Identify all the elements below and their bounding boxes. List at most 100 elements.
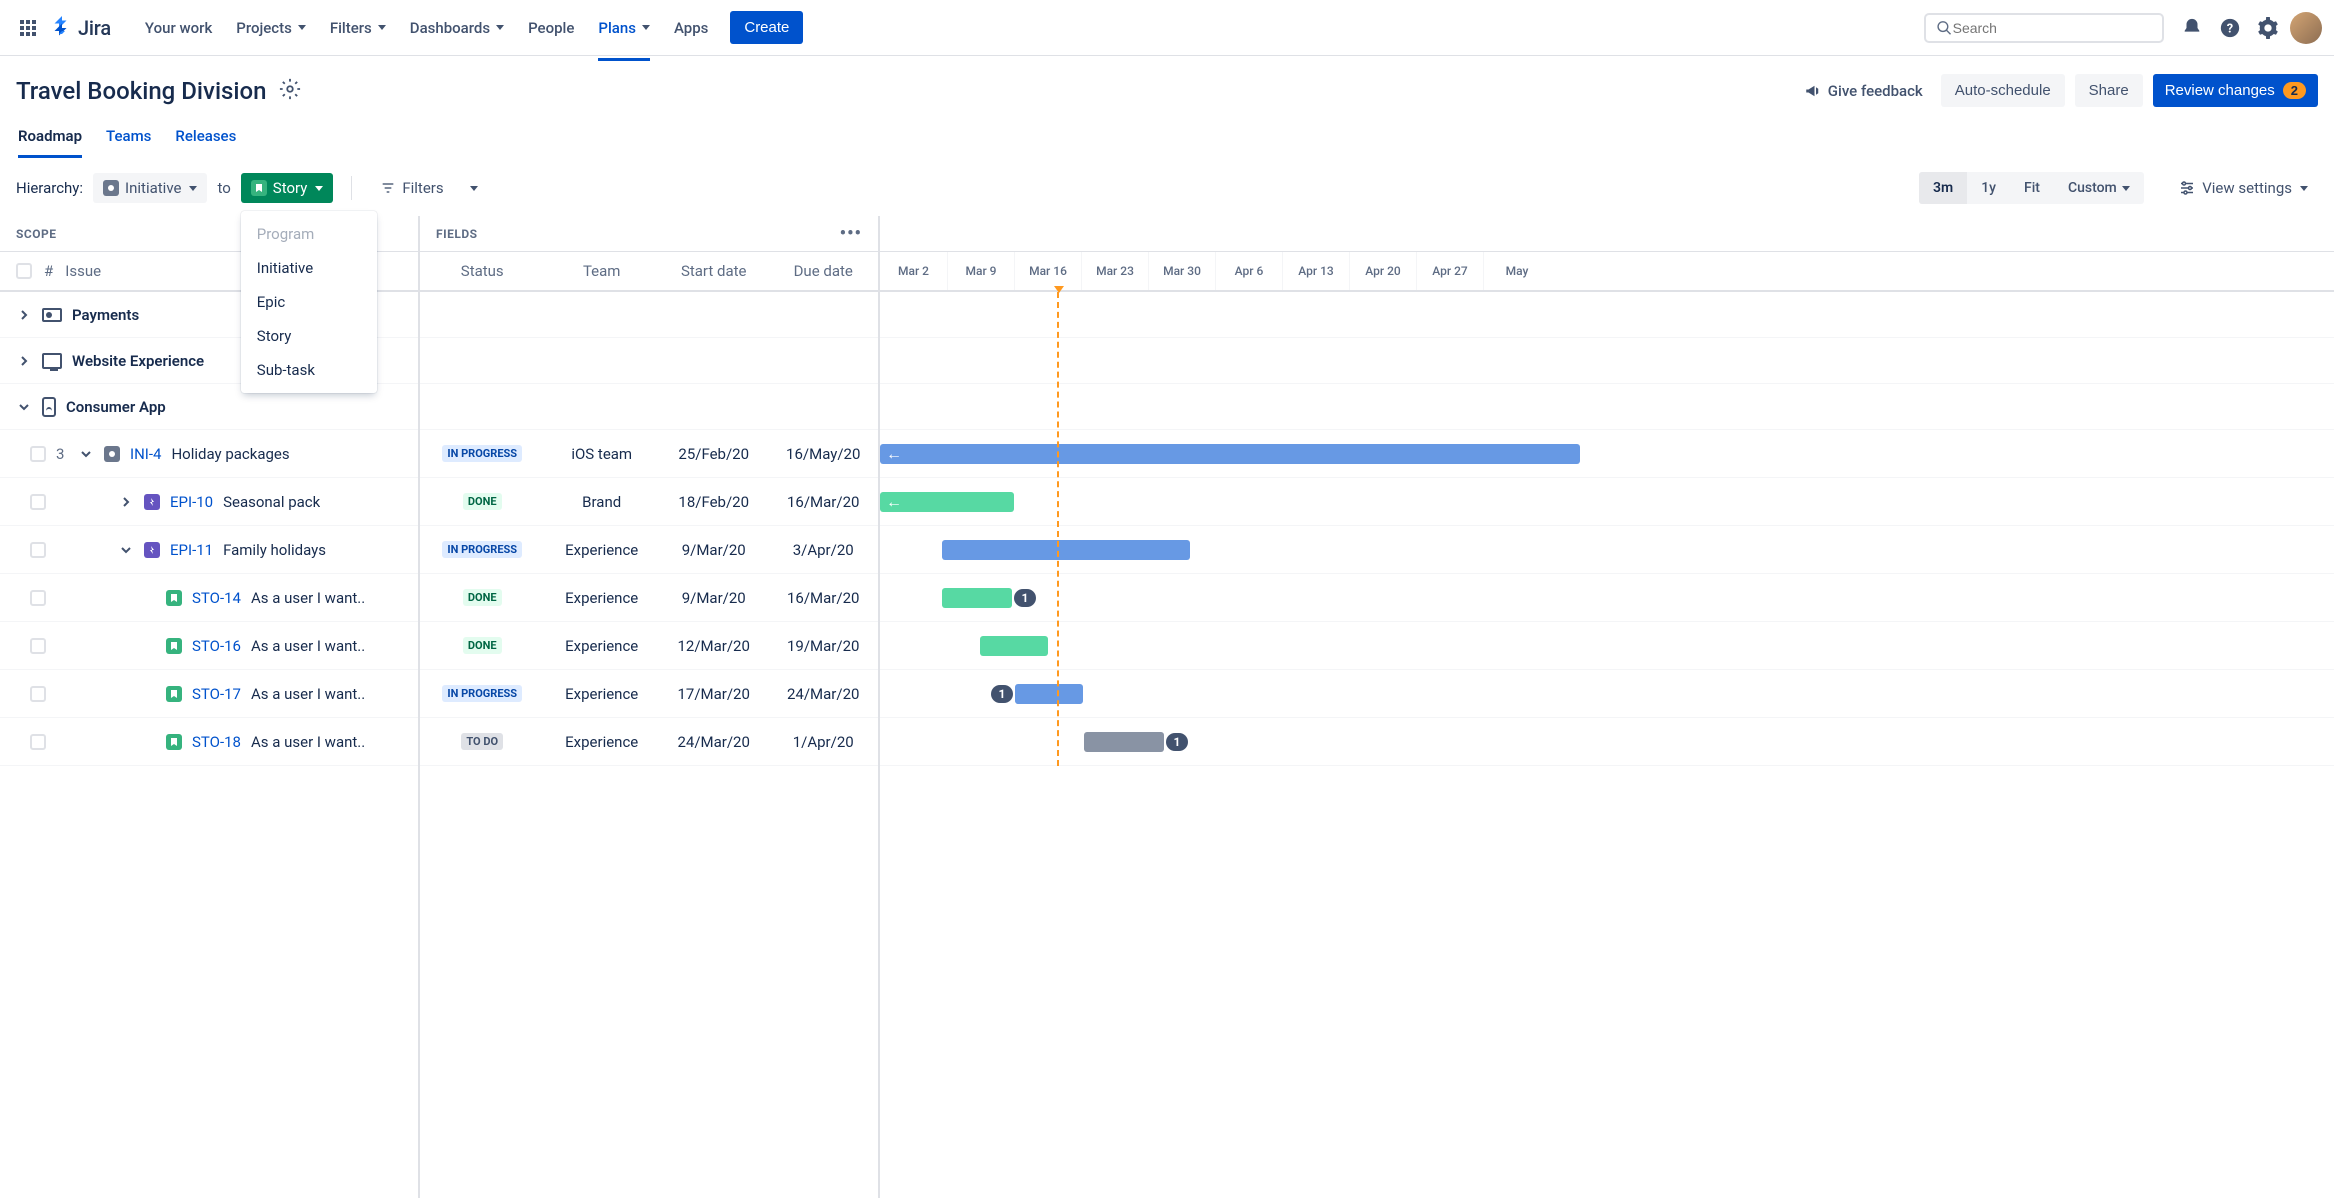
start-date-value[interactable]: 12/Mar/20 xyxy=(677,637,749,655)
help-icon[interactable]: ? xyxy=(2214,12,2246,44)
issue-key[interactable]: INI-4 xyxy=(130,445,161,463)
dropdown-item-subtask[interactable]: Sub-task xyxy=(241,353,377,387)
row-checkbox[interactable] xyxy=(30,590,46,606)
app-switcher-icon[interactable] xyxy=(12,12,44,44)
row-checkbox[interactable] xyxy=(30,638,46,654)
nav-your-work[interactable]: Your work xyxy=(135,11,222,45)
nav-plans[interactable]: Plans xyxy=(588,11,660,45)
give-feedback-button[interactable]: Give feedback xyxy=(1796,76,1931,106)
user-avatar[interactable] xyxy=(2290,12,2322,44)
row-checkbox[interactable] xyxy=(30,446,46,462)
review-changes-button[interactable]: Review changes 2 xyxy=(2153,74,2318,107)
nav-filters[interactable]: Filters xyxy=(320,11,396,45)
issue-row[interactable]: 3 INI-4 Holiday packages xyxy=(0,430,418,478)
gantt-bar[interactable]: ← xyxy=(880,492,1014,512)
nav-apps[interactable]: Apps xyxy=(664,11,718,45)
start-date-value[interactable]: 18/Feb/20 xyxy=(678,493,749,511)
team-value[interactable]: iOS team xyxy=(571,445,632,463)
issue-key[interactable]: EPI-10 xyxy=(170,493,213,511)
status-lozenge[interactable]: IN PROGRESS xyxy=(442,445,522,462)
timeframe-1y[interactable]: 1y xyxy=(1967,172,2010,204)
view-settings-button[interactable]: View settings xyxy=(2168,173,2318,203)
tab-teams[interactable]: Teams xyxy=(106,127,151,158)
timeframe-custom[interactable]: Custom xyxy=(2054,172,2144,204)
select-all-checkbox[interactable] xyxy=(16,263,32,279)
start-date-value[interactable]: 9/Mar/20 xyxy=(682,541,746,559)
notifications-icon[interactable] xyxy=(2176,12,2208,44)
status-lozenge[interactable]: IN PROGRESS xyxy=(442,685,522,702)
due-date-value[interactable]: 24/Mar/20 xyxy=(787,685,859,703)
dropdown-item-initiative[interactable]: Initiative xyxy=(241,251,377,285)
nav-dashboards[interactable]: Dashboards xyxy=(400,11,514,45)
dropdown-item-story[interactable]: Story xyxy=(241,319,377,353)
team-value[interactable]: Experience xyxy=(565,685,638,703)
status-lozenge[interactable]: IN PROGRESS xyxy=(442,541,522,558)
product-logo[interactable]: Jira xyxy=(50,16,111,40)
fields-menu-icon[interactable]: ••• xyxy=(840,223,862,244)
team-value[interactable]: Brand xyxy=(582,493,621,511)
team-value[interactable]: Experience xyxy=(565,589,638,607)
status-lozenge[interactable]: DONE xyxy=(463,493,502,510)
plan-settings-icon[interactable] xyxy=(279,78,301,104)
gantt-bar[interactable] xyxy=(980,636,1048,656)
issue-key[interactable]: EPI-11 xyxy=(170,541,213,559)
due-date-value[interactable]: 19/Mar/20 xyxy=(787,637,859,655)
nav-projects[interactable]: Projects xyxy=(226,11,316,45)
search-input[interactable] xyxy=(1953,20,2152,36)
share-button[interactable]: Share xyxy=(2075,74,2143,107)
issue-key[interactable]: STO-17 xyxy=(192,685,241,703)
create-button[interactable]: Create xyxy=(730,11,803,44)
chevron-down-icon[interactable] xyxy=(78,446,94,462)
issue-row[interactable]: STO-14 As a user I want.. xyxy=(0,574,418,622)
due-date-value[interactable]: 16/Mar/20 xyxy=(787,493,859,511)
team-value[interactable]: Experience xyxy=(565,637,638,655)
issue-key[interactable]: STO-14 xyxy=(192,589,241,607)
row-checkbox[interactable] xyxy=(30,494,46,510)
gantt-bar[interactable] xyxy=(1015,684,1083,704)
hierarchy-from-select[interactable]: Initiative xyxy=(93,173,207,203)
chevron-down-icon[interactable] xyxy=(118,542,134,558)
team-value[interactable]: Experience xyxy=(565,541,638,559)
filters-button[interactable]: Filters xyxy=(370,173,487,203)
settings-icon[interactable] xyxy=(2252,12,2284,44)
status-lozenge[interactable]: TO DO xyxy=(461,733,503,750)
due-date-value[interactable]: 1/Apr/20 xyxy=(793,733,854,751)
due-date-value[interactable]: 16/Mar/20 xyxy=(787,589,859,607)
due-date-value[interactable]: 16/May/20 xyxy=(786,445,860,463)
tab-releases[interactable]: Releases xyxy=(175,127,236,158)
chevron-right-icon[interactable] xyxy=(16,353,32,369)
gantt-bar[interactable] xyxy=(1084,732,1164,752)
issue-row[interactable]: STO-17 As a user I want.. xyxy=(0,670,418,718)
due-date-value[interactable]: 3/Apr/20 xyxy=(793,541,854,559)
issue-key[interactable]: STO-16 xyxy=(192,637,241,655)
gantt-bar[interactable] xyxy=(942,540,1190,560)
status-lozenge[interactable]: DONE xyxy=(463,637,502,654)
nav-people[interactable]: People xyxy=(518,11,584,45)
hierarchy-to-select[interactable]: Story Program Initiative Epic Story Sub-… xyxy=(241,173,334,203)
row-checkbox[interactable] xyxy=(30,542,46,558)
team-value[interactable]: Experience xyxy=(565,733,638,751)
search-box[interactable] xyxy=(1924,13,2164,43)
dependency-badge[interactable]: 1 xyxy=(1014,589,1036,607)
chevron-down-icon[interactable] xyxy=(16,399,32,415)
tab-roadmap[interactable]: Roadmap xyxy=(18,127,82,158)
dependency-badge[interactable]: 1 xyxy=(1166,733,1188,751)
start-date-value[interactable]: 25/Feb/20 xyxy=(678,445,749,463)
auto-schedule-button[interactable]: Auto-schedule xyxy=(1941,74,2065,107)
issue-row[interactable]: EPI-11 Family holidays xyxy=(0,526,418,574)
start-date-value[interactable]: 24/Mar/20 xyxy=(677,733,749,751)
row-checkbox[interactable] xyxy=(30,734,46,750)
dropdown-item-epic[interactable]: Epic xyxy=(241,285,377,319)
issue-row[interactable]: STO-18 As a user I want.. xyxy=(0,718,418,766)
row-checkbox[interactable] xyxy=(30,686,46,702)
timeframe-fit[interactable]: Fit xyxy=(2010,172,2054,204)
issue-row[interactable]: EPI-10 Seasonal pack xyxy=(0,478,418,526)
dependency-badge[interactable]: 1 xyxy=(991,685,1013,703)
gantt-bar[interactable] xyxy=(942,588,1012,608)
gantt-bar[interactable]: ← xyxy=(880,444,1580,464)
start-date-value[interactable]: 17/Mar/20 xyxy=(677,685,749,703)
issue-row[interactable]: STO-16 As a user I want.. xyxy=(0,622,418,670)
start-date-value[interactable]: 9/Mar/20 xyxy=(682,589,746,607)
chevron-right-icon[interactable] xyxy=(16,307,32,323)
chevron-right-icon[interactable] xyxy=(118,494,134,510)
